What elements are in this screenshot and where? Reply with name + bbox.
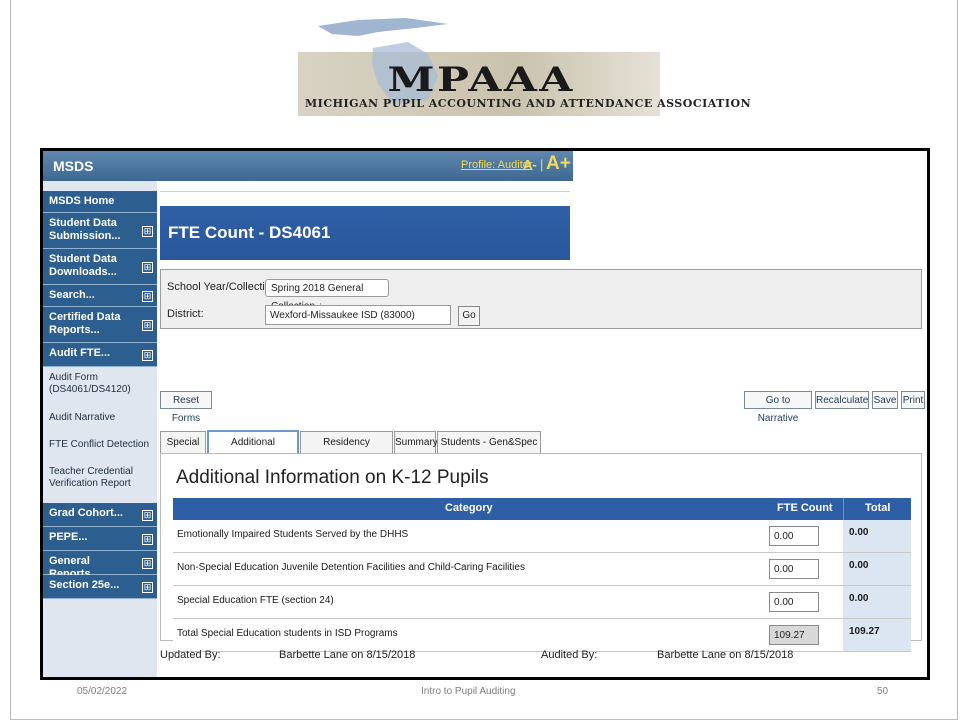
sidebar-item-search[interactable]: Search... ⊞: [43, 285, 157, 307]
expand-icon[interactable]: ⊞: [142, 581, 153, 593]
table-row: Special Education FTE (section 24) 0.00 …: [173, 586, 911, 619]
expand-icon[interactable]: ⊞: [142, 319, 153, 331]
sidebar-item-label: Grad Cohort...: [49, 507, 123, 519]
sidebar-item-student-data-submission[interactable]: Student Data Submission... ⊞: [43, 213, 157, 249]
row-category: Emotionally Impaired Students Served by …: [177, 529, 409, 540]
sidebar-item-msds-home[interactable]: MSDS Home: [43, 191, 157, 213]
font-increase-button[interactable]: A+: [546, 153, 571, 175]
expand-icon[interactable]: ⊞: [142, 557, 153, 569]
additional-info-panel: Additional Information on K-12 Pupils Ca…: [160, 453, 922, 652]
expand-icon[interactable]: ⊞: [142, 349, 153, 361]
audited-by-value: Barbette Lane on 8/15/2018: [657, 649, 794, 661]
sidebar-item-label: Audit FTE...: [49, 347, 111, 359]
table-header: Category FTE Count Total: [173, 498, 911, 520]
mpaaa-logo: MPAAA: [387, 60, 575, 100]
font-decrease-button[interactable]: A-: [523, 157, 537, 172]
tab-additional-information[interactable]: Additional Information: [207, 430, 299, 470]
row-category: Total Special Education students in ISD …: [177, 628, 398, 639]
go-to-narrative-button[interactable]: Go to Narrative: [744, 391, 812, 424]
msds-app-window: MSDS Profile: Auditor A- | A+ MSDS Home …: [40, 148, 930, 680]
table-row: Emotionally Impaired Students Served by …: [173, 520, 911, 553]
sidebar-subitem-fte-conflict-detection[interactable]: FTE Conflict Detection: [49, 439, 155, 451]
sidebar-item-section-25e[interactable]: Section 25e... ⊞: [43, 575, 157, 599]
sidebar-item-general-reports[interactable]: General Reports... ⊞: [43, 551, 157, 580]
sidebar-subitem-teacher-credential-report[interactable]: Teacher Credential Verification Report: [49, 466, 155, 490]
column-header-total: Total: [865, 502, 891, 514]
reset-forms-button[interactable]: Reset Forms: [160, 391, 212, 424]
profile-link[interactable]: Profile: Auditor: [461, 159, 533, 171]
column-header-category: Category: [445, 502, 493, 514]
section-title: Additional Information on K-12 Pupils: [176, 467, 489, 488]
fte-count-readonly: 109.27: [769, 625, 819, 645]
go-button[interactable]: Go: [458, 306, 480, 326]
expand-icon[interactable]: ⊞: [142, 533, 153, 545]
year-collection-label: School Year/Collection:: [167, 281, 281, 293]
expand-icon[interactable]: ⊞: [142, 509, 153, 521]
font-size-separator: |: [540, 157, 544, 172]
sidebar-item-label: Student Data Submission...: [49, 217, 121, 242]
year-collection-select[interactable]: Spring 2018 General Collection ÷: [265, 279, 389, 312]
mpaaa-subtitle: MICHIGAN PUPIL ACCOUNTING AND ATTENDANCE…: [305, 97, 752, 110]
expand-icon[interactable]: ⊞: [142, 290, 153, 302]
filter-panel: School Year/Collection: Spring 2018 Gene…: [160, 269, 922, 329]
slide-date: 05/02/2022: [77, 686, 128, 697]
fte-count-input[interactable]: 0.00: [769, 526, 819, 546]
sidebar-subitem-audit-form[interactable]: Audit Form (DS4061/DS4120): [49, 372, 155, 396]
sidebar-item-certified-data-reports[interactable]: Certified Data Reports... ⊞: [43, 307, 157, 343]
slide-page-number: 50: [877, 686, 889, 697]
sidebar-item-pepe[interactable]: PEPE... ⊞: [43, 527, 157, 551]
sidebar-item-label: MSDS Home: [49, 195, 115, 207]
sidebar-item-student-data-downloads[interactable]: Student Data Downloads... ⊞: [43, 249, 157, 285]
sidebar-item-label: PEPE...: [49, 531, 88, 543]
sidebar-subitem-audit-narrative[interactable]: Audit Narrative: [49, 412, 155, 424]
row-total: 0.00: [843, 553, 911, 585]
divider: [160, 191, 570, 192]
main-content: FTE Count - DS4061 School Year/Collectio…: [157, 181, 927, 677]
fte-count-input[interactable]: 0.00: [769, 559, 819, 579]
audited-by-label: Audited By:: [541, 649, 598, 661]
row-total: 0.00: [843, 586, 911, 618]
updated-by-value: Barbette Lane on 8/15/2018: [279, 649, 416, 661]
table-row: Non-Special Education Juvenile Detention…: [173, 553, 911, 586]
app-topbar: MSDS Profile: Auditor A- | A+: [43, 151, 573, 181]
row-category: Non-Special Education Juvenile Detention…: [177, 562, 525, 573]
sidebar-item-label: Student Data Downloads...: [49, 253, 117, 278]
tab-students-gen-spec-ed[interactable]: Students - Gen&Spec Ed: [437, 431, 541, 470]
tab-summary[interactable]: Summary: [394, 431, 438, 453]
recalculate-button[interactable]: Recalculate: [815, 391, 869, 409]
table-row: Total Special Education students in ISD …: [173, 619, 911, 652]
print-button[interactable]: Print: [901, 391, 925, 409]
sidebar-item-audit-fte[interactable]: Audit FTE... ⊞: [43, 343, 157, 367]
slide-title: Intro to Pupil Auditing: [421, 686, 516, 697]
expand-icon[interactable]: ⊞: [142, 225, 153, 237]
updated-by-label: Updated By:: [160, 649, 221, 661]
expand-icon[interactable]: ⊞: [142, 261, 153, 273]
sidebar: MSDS Home Student Data Submission... ⊞ S…: [43, 181, 157, 677]
save-button[interactable]: Save: [872, 391, 898, 409]
sidebar-item-label: Section 25e...: [49, 579, 120, 591]
fte-count-input[interactable]: 0.00: [769, 592, 819, 612]
row-category: Special Education FTE (section 24): [177, 595, 334, 606]
app-title: MSDS: [53, 158, 94, 174]
sidebar-item-label: Certified Data Reports...: [49, 311, 121, 336]
page-header: FTE Count - DS4061: [160, 206, 570, 260]
page-title: FTE Count - DS4061: [168, 223, 331, 242]
column-header-fte-count: FTE Count: [777, 502, 833, 514]
district-label: District:: [167, 308, 204, 320]
tab-special-ed[interactable]: Special Ed: [160, 431, 206, 470]
district-input[interactable]: Wexford-Missaukee ISD (83000): [265, 305, 451, 325]
sidebar-item-label: Search...: [49, 289, 95, 301]
divider: [843, 498, 844, 520]
tab-residency-information[interactable]: Residency Information: [300, 431, 393, 470]
sidebar-item-grad-cohort[interactable]: Grad Cohort... ⊞: [43, 503, 157, 527]
row-total: 0.00: [843, 520, 911, 552]
row-total: 109.27: [843, 619, 911, 651]
